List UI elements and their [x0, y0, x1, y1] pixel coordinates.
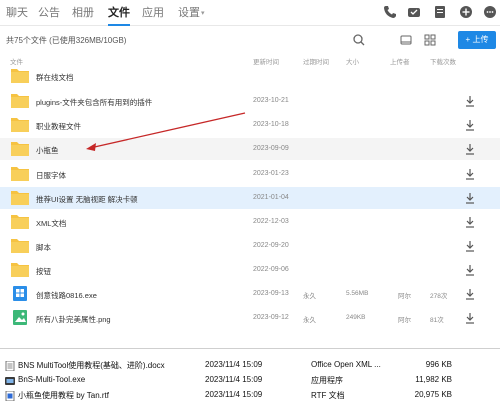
explorer-file-name: BNS MultiTool使用教程(基础、进阶).docx: [18, 361, 165, 370]
explorer-row[interactable]: BNS MultiTool使用教程(基础、进阶).docx 2023/11/4 …: [0, 359, 500, 373]
explorer-file-name: BnS-Multi-Tool.exe: [18, 375, 86, 384]
explorer-row[interactable]: 小瓶鱼使用教程 by Tan.rtf 2023/11/4 15:09 RTF 文…: [0, 389, 500, 403]
word-doc-icon: [5, 361, 15, 371]
explorer-file-type: Office Open XML ...: [311, 360, 381, 369]
explorer-file-type: RTF 文档: [311, 391, 345, 400]
explorer-row[interactable]: BnS-Multi-Tool.exe 2023/11/4 15:09 应用程序 …: [0, 374, 500, 388]
explorer-file-type: 应用程序: [311, 376, 343, 385]
exe-app-icon: [5, 376, 15, 386]
explorer-file-date: 2023/11/4 15:09: [205, 390, 263, 399]
explorer-file-name: 小瓶鱼使用教程 by Tan.rtf: [18, 391, 109, 400]
explorer-file-date: 2023/11/4 15:09: [205, 375, 263, 384]
explorer-panel: BNS MultiTool使用教程(基础、进阶).docx 2023/11/4 …: [0, 348, 500, 415]
explorer-file-size: 11,982 KB: [415, 375, 452, 384]
explorer-file-date: 2023/11/4 15:09: [205, 360, 263, 369]
explorer-file-size: 20,975 KB: [414, 390, 452, 399]
rtf-doc-icon: [5, 391, 15, 401]
explorer-file-size: 996 KB: [425, 360, 452, 369]
